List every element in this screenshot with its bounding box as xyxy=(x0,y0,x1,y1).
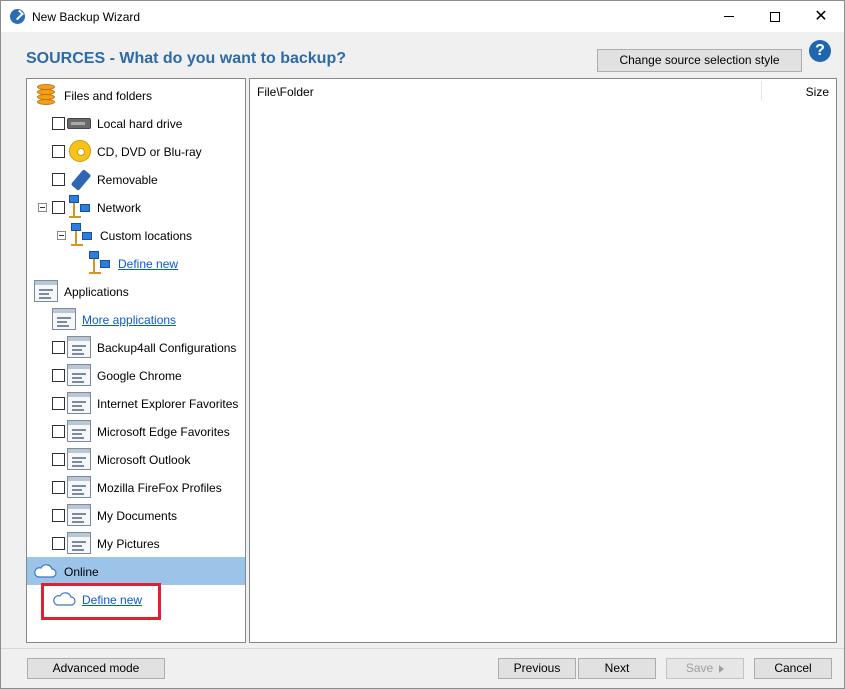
hard-drive-icon xyxy=(67,118,91,129)
footer-divider xyxy=(1,648,844,649)
tree-item-label: CD, DVD or Blu-ray xyxy=(97,145,202,159)
tree-item-label: My Pictures xyxy=(97,537,160,551)
tree-item-label: Local hard drive xyxy=(97,117,183,131)
application-icon xyxy=(67,336,91,358)
application-icon xyxy=(67,532,91,554)
tree-item-label: Microsoft Outlook xyxy=(97,453,191,467)
tree-item-app[interactable]: Internet Explorer Favorites xyxy=(27,389,245,417)
app-checkbox[interactable] xyxy=(52,509,65,522)
removable-checkbox[interactable] xyxy=(52,173,65,186)
network-icon xyxy=(69,195,91,219)
next-button[interactable]: Next xyxy=(578,658,656,679)
tree-item-app[interactable]: Microsoft Outlook xyxy=(27,445,245,473)
tree-item-label: Network xyxy=(97,201,142,215)
define-new-network-link[interactable]: Define new xyxy=(118,257,178,271)
app-checkbox[interactable] xyxy=(52,341,65,354)
tree-item-label: Custom locations xyxy=(100,229,193,243)
help-icon[interactable]: ? xyxy=(809,40,831,62)
arrow-right-icon xyxy=(719,664,725,673)
tree-item-local-hard-drive[interactable]: Local hard drive xyxy=(27,109,245,137)
network-icon xyxy=(89,251,111,275)
app-checkbox[interactable] xyxy=(52,481,65,494)
tree-item-label: Microsoft Edge Favorites xyxy=(97,425,230,439)
minimize-button[interactable] xyxy=(706,1,752,32)
change-source-style-button[interactable]: Change source selection style xyxy=(597,49,802,72)
tree-item-app[interactable]: Google Chrome xyxy=(27,361,245,389)
application-icon xyxy=(52,308,76,330)
advanced-mode-button[interactable]: Advanced mode xyxy=(27,658,165,679)
tree-item-applications[interactable]: Applications xyxy=(27,277,245,305)
tree-item-label: Files and folders xyxy=(64,89,153,103)
application-icon xyxy=(67,476,91,498)
application-icon xyxy=(67,504,91,526)
app-checkbox[interactable] xyxy=(52,397,65,410)
previous-button[interactable]: Previous xyxy=(498,658,576,679)
more-applications-link[interactable]: More applications xyxy=(82,313,176,327)
database-icon xyxy=(36,84,56,106)
app-checkbox[interactable] xyxy=(52,369,65,382)
tree-item-custom-locations[interactable]: Custom locations xyxy=(27,221,245,249)
save-button[interactable]: Save xyxy=(666,658,744,679)
tree-item-label: My Documents xyxy=(97,509,178,523)
tree-item-app[interactable]: My Pictures xyxy=(27,529,245,557)
tree-item-removable[interactable]: Removable xyxy=(27,165,245,193)
cd-dvd-checkbox[interactable] xyxy=(52,145,65,158)
tree-item-app[interactable]: My Documents xyxy=(27,501,245,529)
app-icon xyxy=(10,9,25,24)
wizard-window: New Backup Wizard ✕ SOURCES - What do yo… xyxy=(0,0,845,689)
tree-item-label: Internet Explorer Favorites xyxy=(97,397,239,411)
tree-item-app[interactable]: Mozilla FireFox Profiles xyxy=(27,473,245,501)
application-icon xyxy=(34,280,58,302)
tree-item-app[interactable]: Microsoft Edge Favorites xyxy=(27,417,245,445)
tree-item-label: Mozilla FireFox Profiles xyxy=(97,481,222,495)
title-bar: New Backup Wizard ✕ xyxy=(1,1,844,32)
tree-item-network-define-new[interactable]: Define new xyxy=(27,249,245,277)
page-title: SOURCES - What do you want to backup? xyxy=(26,50,346,67)
tree-item-network[interactable]: Network xyxy=(27,193,245,221)
tree-item-cd-dvd[interactable]: CD, DVD or Blu-ray xyxy=(27,137,245,165)
tree-item-label: Applications xyxy=(64,285,129,299)
app-checkbox[interactable] xyxy=(52,537,65,550)
tree-item-label: Removable xyxy=(97,173,158,187)
column-header-size[interactable]: Size xyxy=(806,85,829,99)
tree-item-files-and-folders[interactable]: Files and folders xyxy=(27,81,245,109)
highlight-box xyxy=(41,583,161,620)
maximize-icon xyxy=(770,11,780,22)
app-checkbox[interactable] xyxy=(52,453,65,466)
collapse-icon[interactable] xyxy=(38,203,47,212)
application-icon xyxy=(67,392,91,414)
column-header-file-folder[interactable]: File\Folder xyxy=(257,85,314,99)
collapse-icon[interactable] xyxy=(57,231,66,240)
cancel-button[interactable]: Cancel xyxy=(754,658,832,679)
tree-item-online[interactable]: Online xyxy=(27,557,245,585)
tree-item-more-applications[interactable]: More applications xyxy=(27,305,245,333)
network-checkbox[interactable] xyxy=(52,201,65,214)
disc-icon xyxy=(69,140,91,162)
application-icon xyxy=(67,364,91,386)
tree-item-app[interactable]: Backup4all Configurations xyxy=(27,333,245,361)
column-separator[interactable] xyxy=(761,81,762,101)
save-button-label: Save xyxy=(685,661,714,675)
tree-item-label: Online xyxy=(64,565,99,579)
window-title: New Backup Wizard xyxy=(32,10,141,24)
maximize-button[interactable] xyxy=(752,1,798,32)
app-checkbox[interactable] xyxy=(52,425,65,438)
usb-drive-icon xyxy=(70,169,92,191)
cloud-icon xyxy=(34,564,57,578)
close-button[interactable]: ✕ xyxy=(798,1,844,32)
local-hard-drive-checkbox[interactable] xyxy=(52,117,65,130)
source-tree: Files and folders Local hard drive CD, D… xyxy=(26,78,246,643)
application-icon xyxy=(67,420,91,442)
tree-item-label: Backup4all Configurations xyxy=(97,341,237,355)
network-icon xyxy=(71,223,93,247)
close-icon: ✕ xyxy=(814,7,828,25)
file-list: File\Folder Size xyxy=(249,78,837,643)
minimize-icon xyxy=(724,16,734,17)
application-icon xyxy=(67,448,91,470)
tree-item-label: Google Chrome xyxy=(97,369,182,383)
